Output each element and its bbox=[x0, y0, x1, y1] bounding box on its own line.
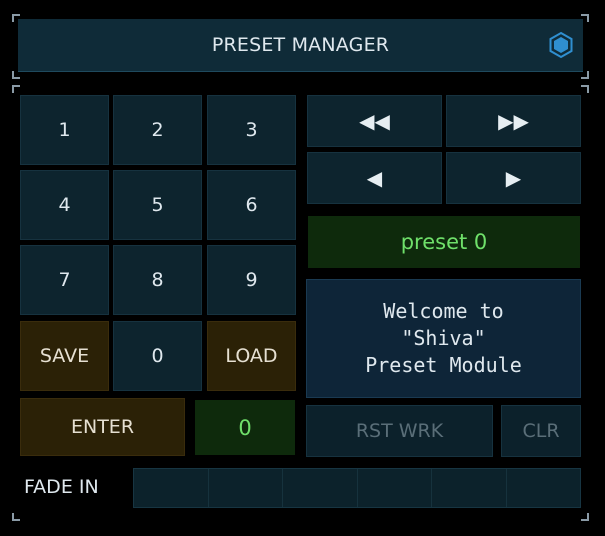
key-1-button[interactable]: 1 bbox=[20, 95, 109, 165]
frame-corner bbox=[12, 71, 20, 79]
message-line: Preset Module bbox=[365, 353, 522, 377]
fade-segment bbox=[283, 469, 358, 507]
frame-corner bbox=[581, 71, 589, 79]
fade-in-label: FADE IN bbox=[24, 476, 99, 498]
display-corner bbox=[289, 398, 295, 404]
fade-in-slider[interactable] bbox=[133, 468, 581, 508]
load-button[interactable]: LOAD bbox=[207, 321, 296, 391]
entry-value-display: 0 bbox=[195, 400, 295, 455]
message-line: Welcome to bbox=[383, 299, 504, 323]
display-corner bbox=[289, 450, 295, 456]
key-6-button[interactable]: 6 bbox=[207, 170, 296, 240]
key-4-button[interactable]: 4 bbox=[20, 170, 109, 240]
display-corner bbox=[576, 263, 582, 269]
frame-corner bbox=[581, 513, 589, 521]
rewind-button[interactable]: ◀◀ bbox=[307, 95, 442, 147]
message-panel: Welcome to "Shiva" Preset Module bbox=[306, 279, 581, 398]
key-9-button[interactable]: 9 bbox=[207, 245, 296, 315]
key-0-button[interactable]: 0 bbox=[113, 321, 202, 391]
fade-segment bbox=[507, 469, 581, 507]
reset-work-button[interactable]: RST WRK bbox=[306, 405, 493, 457]
next-button[interactable]: ▶ bbox=[446, 152, 581, 204]
display-corner bbox=[306, 263, 312, 269]
fade-segment bbox=[432, 469, 507, 507]
fast-forward-button[interactable]: ▶▶ bbox=[446, 95, 581, 147]
display-corner bbox=[306, 214, 312, 220]
key-3-button[interactable]: 3 bbox=[207, 95, 296, 165]
title-bar: PRESET MANAGER bbox=[18, 19, 583, 72]
fade-segment bbox=[358, 469, 432, 507]
key-7-button[interactable]: 7 bbox=[20, 245, 109, 315]
key-5-button[interactable]: 5 bbox=[113, 170, 202, 240]
frame-corner bbox=[581, 85, 589, 93]
fade-segment bbox=[209, 469, 283, 507]
clear-button[interactable]: CLR bbox=[501, 405, 581, 457]
enter-button[interactable]: ENTER bbox=[20, 398, 185, 456]
display-corner bbox=[193, 398, 199, 404]
preset-display-label: preset 0 bbox=[400, 230, 488, 254]
fade-segment bbox=[134, 469, 209, 507]
entry-value: 0 bbox=[238, 415, 252, 440]
display-corner bbox=[193, 450, 199, 456]
preset-display: preset 0 bbox=[308, 216, 580, 268]
hexagon-icon[interactable] bbox=[547, 31, 575, 59]
save-button[interactable]: SAVE bbox=[20, 321, 109, 391]
previous-button[interactable]: ◀ bbox=[307, 152, 442, 204]
page-title: PRESET MANAGER bbox=[211, 34, 390, 56]
key-2-button[interactable]: 2 bbox=[113, 95, 202, 165]
key-8-button[interactable]: 8 bbox=[113, 245, 202, 315]
message-line: "Shiva" bbox=[401, 326, 486, 350]
display-corner bbox=[576, 214, 582, 220]
frame-corner bbox=[12, 85, 20, 93]
frame-corner bbox=[12, 513, 20, 521]
